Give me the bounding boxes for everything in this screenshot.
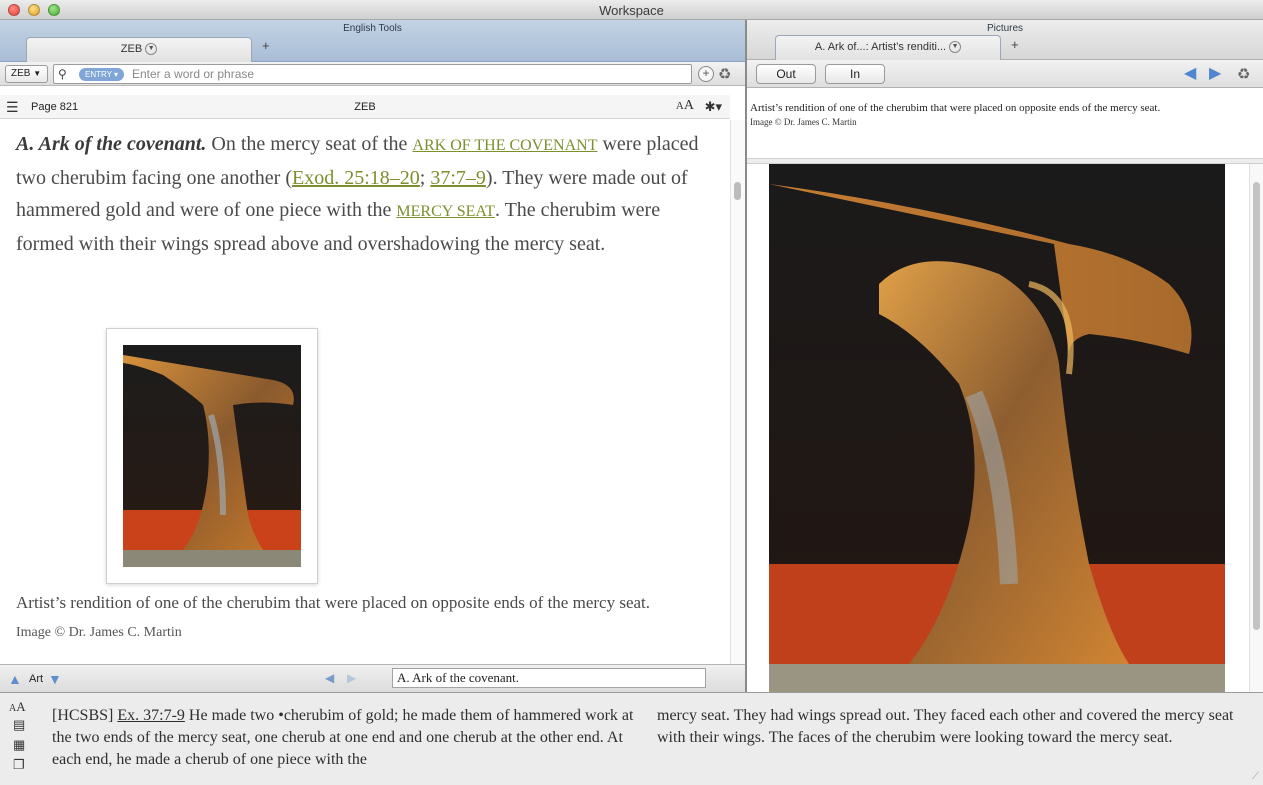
tab-zeb-label: ZEB bbox=[120, 43, 143, 55]
forward-arrow-icon[interactable]: ▶ bbox=[1209, 63, 1221, 83]
picture-scrollbar[interactable] bbox=[1249, 164, 1263, 692]
font-size-button[interactable]: AA bbox=[676, 98, 694, 114]
verse-reference-link[interactable]: Ex. 37:7-9 bbox=[117, 707, 185, 724]
article-scroll-thumb[interactable] bbox=[734, 182, 741, 200]
font-size-small-icon: A bbox=[675, 100, 684, 112]
add-circle-icon[interactable]: + bbox=[698, 66, 714, 82]
back-arrow-icon[interactable]: ◀ bbox=[325, 671, 334, 685]
cherub-thumbnail-image[interactable] bbox=[123, 345, 301, 567]
pages-icon[interactable]: ❐ bbox=[13, 757, 25, 773]
forward-arrow-icon[interactable]: ▶ bbox=[347, 671, 356, 685]
back-arrow-icon[interactable]: ◀ bbox=[1184, 63, 1196, 83]
article-headword: A. Ark of the covenant. bbox=[16, 133, 207, 155]
bible-preview-pane: AA ▤ ▦ ❐ [HCSBS] Ex. 37:7-9 He made two … bbox=[0, 692, 1263, 785]
figure-credit: Image © Dr. James C. Martin bbox=[16, 625, 182, 640]
article-content: A. Ark of the covenant. On the mercy sea… bbox=[0, 120, 730, 664]
search-input[interactable] bbox=[132, 66, 682, 82]
verse-column-1: [HCSBS] Ex. 37:7-9 He made two •cherubim… bbox=[52, 705, 648, 771]
right-tab-bar: Pictures A. Ark of...: Artist’s renditi.… bbox=[747, 20, 1263, 60]
search-icon[interactable]: ⚲ bbox=[58, 67, 67, 81]
verse-text-2: mercy seat. They had wings spread out. T… bbox=[657, 707, 1234, 746]
link-37-7-9[interactable]: 37:7–9 bbox=[430, 167, 486, 189]
english-tools-pane: English Tools ZEB▼ + ZEB ▼ ⚲ ENTRY ▾ + ♻… bbox=[0, 20, 745, 692]
tab-menu-icon[interactable]: ▼ bbox=[145, 43, 158, 56]
picture-caption: Artist’s rendition of one of the cherubi… bbox=[750, 102, 1161, 114]
pictures-pane: Pictures A. Ark of...: Artist’s renditi.… bbox=[747, 20, 1263, 692]
tab-zeb[interactable]: ZEB ▼ bbox=[26, 37, 252, 62]
article-figure[interactable] bbox=[106, 328, 318, 584]
left-bottom-bar: ▲ Art ▼ ◀ ▶ A. Ark of the covenant. bbox=[0, 664, 745, 692]
link-exod-25[interactable]: Exod. 25:18–20 bbox=[292, 167, 420, 189]
search-mode-label: ENTRY bbox=[85, 70, 112, 79]
right-pane-title: Pictures bbox=[986, 23, 1024, 34]
field-label: Art bbox=[29, 673, 44, 685]
recycle-icon[interactable]: ♻ bbox=[1237, 65, 1250, 83]
add-tab-icon[interactable]: + bbox=[1011, 37, 1019, 52]
search-mode-badge[interactable]: ENTRY ▾ bbox=[79, 68, 125, 81]
app-window: Workspace English Tools ZEB ▼ + ZEB ▼ ⚲ E… bbox=[0, 0, 1263, 785]
title-bar: Workspace bbox=[0, 0, 1263, 20]
article-paragraph: A. Ark of the covenant. On the mercy sea… bbox=[16, 128, 716, 260]
tab-picture[interactable]: A. Ark of...: Artist’s renditi... ▼ bbox=[775, 35, 1001, 60]
zoom-in-button[interactable]: In bbox=[825, 64, 885, 84]
font-size-button[interactable]: AA bbox=[9, 699, 26, 715]
link-mercy-seat[interactable]: MERCY SEAT bbox=[396, 203, 495, 220]
left-tab-bar: English Tools ZEB ▼ + bbox=[0, 20, 745, 62]
gear-icon[interactable]: ✱▾ bbox=[705, 99, 722, 115]
preview-sidebar: AA ▤ ▦ ❐ bbox=[0, 693, 40, 785]
verse-column-2: mercy seat. They had wings spread out. T… bbox=[657, 705, 1247, 749]
left-toolbar: ZEB ▼ ⚲ ENTRY ▾ + ♻ bbox=[0, 62, 745, 86]
link-ark-of-the-covenant[interactable]: ARK OF THE COVENANT bbox=[412, 137, 597, 154]
search-box: ⚲ ENTRY ▾ bbox=[53, 64, 692, 84]
figure-caption: Artist’s rendition of one of the cherubi… bbox=[16, 593, 651, 612]
up-arrow-icon[interactable]: ▲ bbox=[8, 671, 22, 687]
zoom-out-button[interactable]: Out bbox=[756, 64, 816, 84]
resize-grip-icon[interactable]: ⟋ bbox=[1252, 771, 1259, 782]
left-pane-title: English Tools bbox=[343, 23, 402, 34]
article-text-1: On the mercy seat of the bbox=[206, 133, 413, 155]
font-size-small-icon: A bbox=[9, 703, 17, 714]
tab-menu-icon[interactable]: ▼ bbox=[949, 41, 962, 54]
resource-select-value: ZEB bbox=[11, 68, 31, 79]
bible-version: [HCSBS] bbox=[52, 707, 114, 724]
cherub-large-image[interactable] bbox=[769, 164, 1225, 692]
clipboard-icon[interactable]: ▦ bbox=[13, 737, 25, 753]
copy-icon[interactable]: ▤ bbox=[13, 717, 25, 733]
article-scrollbar[interactable] bbox=[730, 120, 745, 664]
add-tab-icon[interactable]: + bbox=[262, 38, 270, 53]
chevron-down-icon: ▼ bbox=[33, 69, 42, 78]
down-arrow-icon[interactable]: ▼ bbox=[48, 671, 62, 687]
article-text-3: ; bbox=[419, 167, 431, 189]
resource-title: ZEB bbox=[354, 101, 376, 113]
recycle-icon[interactable]: ♻ bbox=[718, 65, 731, 83]
tab-picture-label: A. Ark of...: Artist’s renditi... bbox=[814, 41, 947, 53]
right-toolbar: Out In ◀ ▶ ♻ bbox=[747, 60, 1263, 88]
location-field[interactable]: A. Ark of the covenant. bbox=[392, 668, 706, 688]
window-title: Workspace bbox=[599, 3, 664, 18]
picture-credit: Image © Dr. James C. Martin bbox=[750, 117, 857, 127]
resource-info-bar: ☰ Page 821 ZEB AA ✱▾ bbox=[0, 95, 730, 119]
resource-select[interactable]: ZEB ▼ bbox=[5, 65, 48, 83]
picture-scroll-thumb[interactable] bbox=[1253, 182, 1260, 630]
